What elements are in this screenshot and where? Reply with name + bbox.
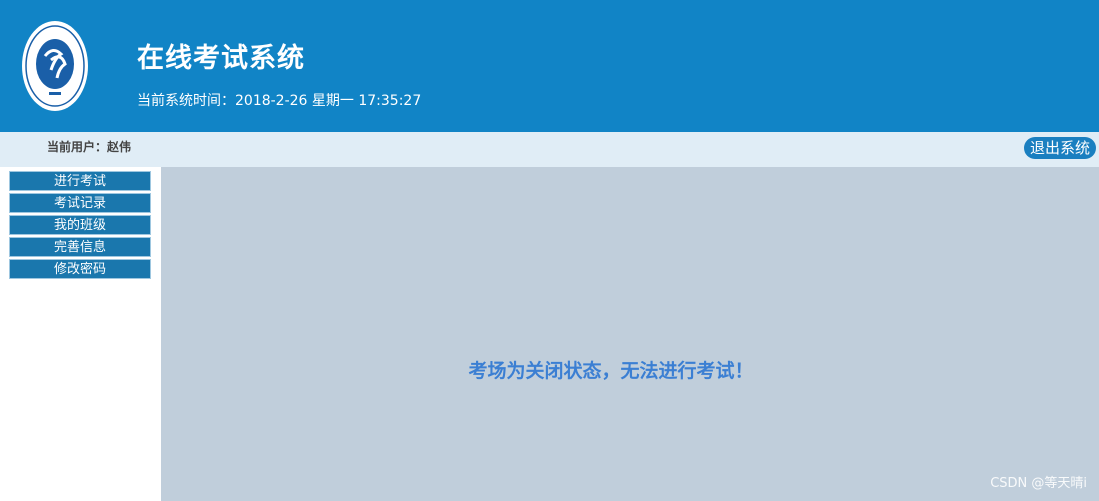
clock-label: 当前系统时间： (137, 93, 235, 109)
sidebar-item-my-class[interactable]: 我的班级 (9, 215, 151, 235)
watermark-text: CSDN @等天晴i (990, 476, 1087, 491)
main-content: 考场为关闭状态，无法进行考试！ CSDN @等天晴i (161, 167, 1099, 501)
sidebar-menu: 进行考试 考试记录 我的班级 完善信息 修改密码 (0, 167, 161, 501)
university-logo-icon (21, 20, 89, 112)
app-title: 在线考试系统 (137, 43, 305, 74)
clock-value: 2018-2-26 星期一 17:35:27 (235, 93, 422, 109)
sidebar-item-complete-info[interactable]: 完善信息 (9, 237, 151, 257)
app-header: 在线考试系统 当前系统时间：2018-2-26 星期一 17:35:27 (0, 0, 1099, 132)
sidebar-item-take-exam[interactable]: 进行考试 (9, 171, 151, 191)
current-user-label: 当前用户：赵伟 (47, 140, 132, 154)
user-bar: 当前用户：赵伟 退出系统 (0, 132, 1099, 167)
exam-closed-notice: 考场为关闭状态，无法进行考试！ (468, 360, 754, 382)
sidebar-item-change-password[interactable]: 修改密码 (9, 259, 151, 279)
system-clock: 当前系统时间：2018-2-26 星期一 17:35:27 (137, 90, 421, 110)
logout-button[interactable]: 退出系统 (1023, 137, 1096, 159)
sidebar-item-exam-records[interactable]: 考试记录 (9, 193, 151, 213)
